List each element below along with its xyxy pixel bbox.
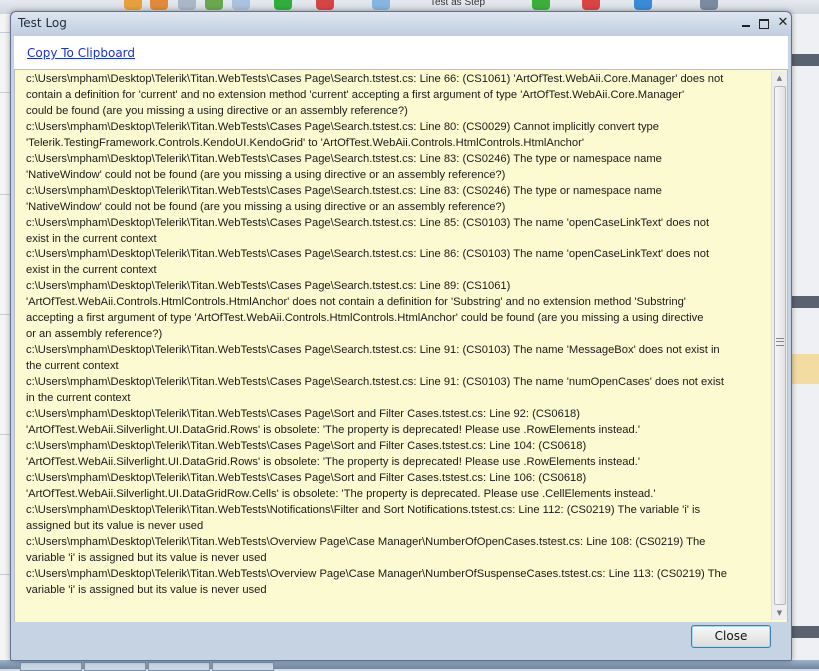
log-line: 'NativeWindow' could not be found (are y… xyxy=(26,200,506,213)
log-line: c:\Users\mpham\Desktop\Telerik\Titan.Web… xyxy=(26,152,662,165)
toolbar-icon xyxy=(150,0,168,10)
grip-icon xyxy=(776,338,784,346)
background-right-panel xyxy=(790,14,819,664)
toolbar-icon xyxy=(205,0,223,10)
log-line: exist in the current context xyxy=(26,264,157,277)
toolbar-icon xyxy=(124,0,142,10)
stop-icon xyxy=(316,0,334,10)
log-line: in the current context xyxy=(26,392,131,405)
toolbar-icon xyxy=(700,0,718,10)
toolbar-icon xyxy=(634,0,652,10)
close-icon: ✕ xyxy=(777,15,789,30)
maximize-icon xyxy=(759,19,769,29)
log-line: could be found (are you missing a using … xyxy=(26,104,408,117)
log-line: c:\Users\mpham\Desktop\Telerik\Titan.Web… xyxy=(26,439,587,452)
minimize-icon xyxy=(742,25,750,27)
log-line: accepting a first argument of type 'ArtO… xyxy=(26,312,704,325)
close-window-button[interactable]: ✕ xyxy=(775,16,791,30)
log-line: 'ArtOfTest.WebAii.Silverlight.UI.DataGri… xyxy=(26,487,656,500)
close-button[interactable]: Close xyxy=(691,625,771,648)
log-line: 'ArtOfTest.WebAii.Silverlight.UI.DataGri… xyxy=(26,455,640,468)
log-line: c:\Users\mpham\Desktop\Telerik\Titan.Web… xyxy=(26,535,706,548)
log-line: 'ArtOfTest.WebAii.Silverlight.UI.DataGri… xyxy=(26,423,640,436)
log-text-area[interactable]: c:\Users\mpham\Desktop\Telerik\Titan.Web… xyxy=(14,69,788,623)
toolbar-icon xyxy=(582,0,600,10)
add-icon xyxy=(532,0,550,10)
log-line: 'NativeWindow' could not be found (are y… xyxy=(26,168,506,181)
log-line: c:\Users\mpham\Desktop\Telerik\Titan.Web… xyxy=(26,184,662,197)
dialog-content: Copy To Clipboard c:\Users\mpham\Desktop… xyxy=(14,36,788,623)
log-line: c:\Users\mpham\Desktop\Telerik\Titan.Web… xyxy=(26,216,710,229)
log-line: 'Telerik.TestingFramework.Controls.Kendo… xyxy=(26,136,584,149)
taskbar xyxy=(0,660,819,671)
log-line: exist in the current context xyxy=(26,232,157,245)
dialog-footer: Close xyxy=(14,622,788,658)
scrollbar-thumb[interactable] xyxy=(774,86,786,605)
log-line: c:\Users\mpham\Desktop\Telerik\Titan.Web… xyxy=(26,344,720,357)
toolbar-icon xyxy=(372,0,390,10)
log-line: assigned but its value is never used xyxy=(26,519,204,532)
log-line: or an assembly reference?) xyxy=(26,328,163,341)
title-bar[interactable]: Test Log ✕ xyxy=(11,12,791,36)
window-title: Test Log xyxy=(18,16,67,30)
vertical-scrollbar[interactable]: ▲ ▼ xyxy=(771,71,787,620)
test-log-window: Test Log ✕ Copy To Clipboard c:\Users\mp… xyxy=(10,11,792,661)
log-line: variable 'i' is assigned but its value i… xyxy=(26,551,267,564)
scroll-down-icon[interactable]: ▼ xyxy=(772,606,787,620)
log-line: c:\Users\mpham\Desktop\Telerik\Titan.Web… xyxy=(26,280,511,293)
log-line: 'ArtOfTest.WebAii.Controls.HtmlControls.… xyxy=(26,296,686,309)
toolbar-icon xyxy=(178,0,196,10)
maximize-button[interactable] xyxy=(756,16,772,30)
log-line: the current context xyxy=(26,360,119,373)
copy-to-clipboard-link[interactable]: Copy To Clipboard xyxy=(27,46,135,60)
toolbar-icon xyxy=(232,0,250,10)
log-line: c:\Users\mpham\Desktop\Telerik\Titan.Web… xyxy=(26,120,659,133)
log-line: contain a definition for 'current' and n… xyxy=(26,88,685,101)
log-line: c:\Users\mpham\Desktop\Telerik\Titan.Web… xyxy=(26,567,727,580)
log-line: c:\Users\mpham\Desktop\Telerik\Titan.Web… xyxy=(26,503,701,516)
scroll-up-icon[interactable]: ▲ xyxy=(772,71,787,85)
log-line: c:\Users\mpham\Desktop\Telerik\Titan.Web… xyxy=(26,376,725,389)
log-line: c:\Users\mpham\Desktop\Telerik\Titan.Web… xyxy=(26,73,724,85)
log-line: variable 'i' is assigned but its value i… xyxy=(26,583,267,596)
log-line: c:\Users\mpham\Desktop\Telerik\Titan.Web… xyxy=(26,248,710,261)
minimize-button[interactable] xyxy=(738,16,754,30)
log-line: c:\Users\mpham\Desktop\Telerik\Titan.Web… xyxy=(26,408,581,421)
test-as-step-label: Test as Step xyxy=(430,0,486,8)
log-lines: c:\Users\mpham\Desktop\Telerik\Titan.Web… xyxy=(26,72,762,598)
play-icon xyxy=(274,0,292,10)
log-line: c:\Users\mpham\Desktop\Telerik\Titan.Web… xyxy=(26,471,587,484)
